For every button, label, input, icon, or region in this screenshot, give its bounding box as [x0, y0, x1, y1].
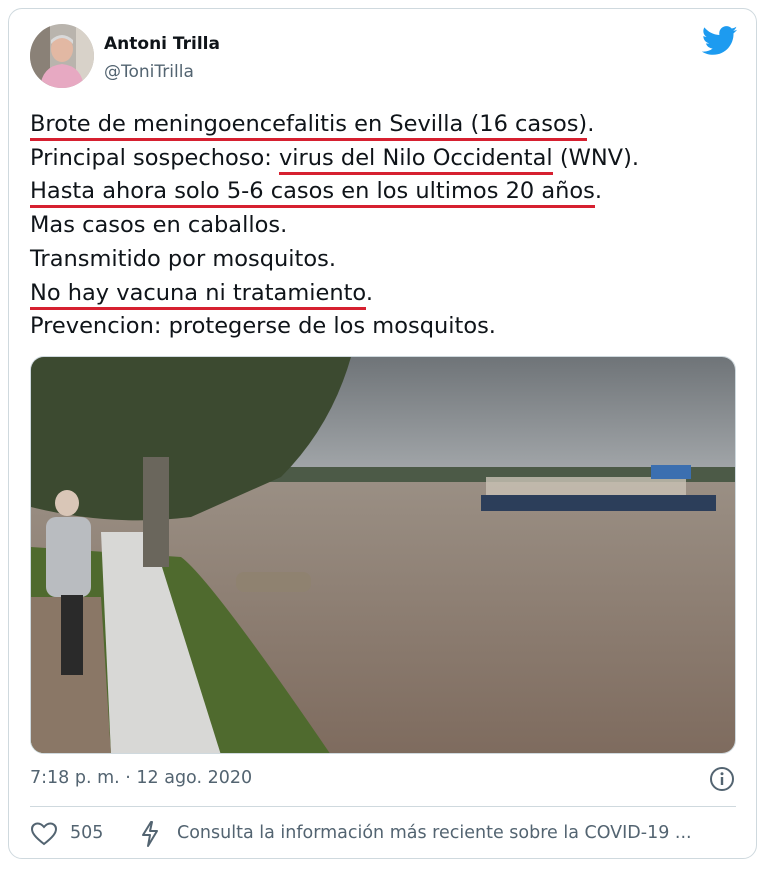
heart-icon[interactable] — [31, 822, 57, 846]
tweet-photo[interactable] — [30, 356, 736, 754]
tweet-text: Brote de meningoencefalitis en Sevilla (… — [30, 108, 639, 344]
tweet-line: No hay vacuna ni tratamiento. — [30, 277, 639, 311]
tweet-text-segment: Prevencion: protegerse de los mosquitos. — [30, 313, 496, 340]
underlined-text: virus del Nilo Occidental — [278, 144, 553, 175]
tweet-text-segment: . — [594, 178, 603, 205]
like-count[interactable]: 505 — [70, 823, 103, 843]
lightning-icon[interactable] — [139, 820, 161, 848]
avatar[interactable] — [30, 24, 94, 88]
tweet-text-segment: . — [587, 111, 595, 137]
tweet-line: Hasta ahora solo 5-6 casos en los ultimo… — [30, 175, 639, 209]
tweet-text-segment: . — [365, 279, 373, 306]
covid-info-link[interactable]: Consulta la información más reciente sob… — [177, 823, 692, 843]
author-name[interactable]: Antoni Trilla — [104, 34, 220, 54]
tweet-line: Mas casos en caballos. — [30, 209, 639, 243]
underlined-text: No hay vacuna ni tratamiento — [30, 279, 366, 310]
river-scene-image — [31, 357, 735, 753]
author-handle[interactable]: @ToniTrilla — [104, 62, 194, 82]
tweet-line: Prevencion: protegerse de los mosquitos. — [30, 310, 639, 344]
underlined-text: Hasta ahora solo 5-6 casos en los ultimo… — [30, 178, 595, 209]
tweet-timestamp[interactable]: 7:18 p. m. · 12 ago. 2020 — [30, 768, 252, 788]
divider — [30, 806, 736, 807]
info-icon[interactable] — [709, 766, 735, 792]
tweet-line: Principal sospechoso: virus del Nilo Occ… — [30, 142, 639, 176]
twitter-bird-icon[interactable] — [702, 26, 738, 56]
tweet-text-segment: (WNV). — [552, 144, 640, 171]
tweet-text-segment: Mas casos en caballos. — [30, 212, 288, 239]
underlined-text: Brote de meningoencefalitis en Sevilla (… — [30, 111, 588, 141]
tweet-text-segment: Transmitido por mosquitos. — [30, 245, 337, 272]
tweet-line: Transmitido por mosquitos. — [30, 243, 639, 277]
tweet-text-segment: Principal sospechoso: — [30, 144, 279, 171]
tweet-line: Brote de meningoencefalitis en Sevilla (… — [30, 108, 639, 142]
